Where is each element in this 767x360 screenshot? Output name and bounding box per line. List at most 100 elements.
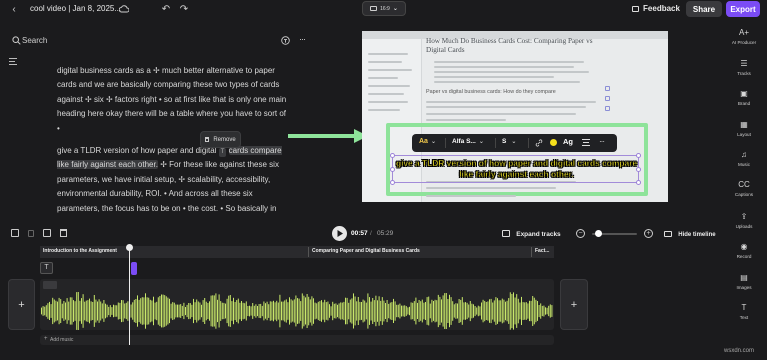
duplicate-icon[interactable] [43,229,51,237]
rail-captions[interactable]: CC Captions [725,180,763,197]
waveform-bar [391,302,393,320]
waveform-bar [77,292,79,330]
add-track-left-button[interactable]: + [8,279,35,330]
lock-icon[interactable] [28,230,34,237]
waveform-bar [169,298,170,324]
remove-button[interactable]: Remove [200,131,241,148]
zoom-slider-thumb[interactable] [595,230,603,237]
list-icon[interactable] [9,58,17,68]
color-swatch[interactable] [550,139,557,146]
transcript-panel[interactable]: digital business cards as a ✢ much bette… [57,64,287,224]
resize-handle[interactable] [636,180,641,185]
video-preview[interactable]: How Much Do Business Cards Cost: Compari… [362,31,668,202]
music-track[interactable]: + Add music [40,335,554,345]
add-track-right-button[interactable]: + [560,279,588,330]
waveform-bar [149,299,151,323]
playhead[interactable] [126,244,133,346]
rail-tracks[interactable]: ☰ Tracks [725,59,763,76]
hide-timeline-button[interactable]: Hide timeline [664,229,716,238]
rail-layout[interactable]: ▦ Layout [725,120,763,137]
waveform-bar [290,299,292,323]
caption-selection[interactable]: give a TLDR version of how paper and dig… [390,153,641,185]
arrow-indicator [288,129,368,143]
waveform-bar [45,305,47,317]
rail-brand[interactable]: ▣ Brand [725,89,763,106]
rail-music[interactable]: ♫ Music [725,150,763,167]
zoom-slider[interactable] [592,230,637,237]
record-icon: ◉ [740,242,748,251]
waveform-bar [354,296,356,326]
waveform-bar [153,296,154,326]
undo-icon[interactable]: ↶ [160,3,172,15]
waveform-bar [161,294,162,328]
waveform-bar [226,298,228,324]
transcript-paragraph[interactable]: give a TLDR version of how paper and dig… [57,144,287,216]
waveform-bar [237,298,239,324]
waveform-bar [300,301,302,321]
waveform-bar [298,298,300,324]
text-track-icon[interactable]: T [40,262,53,274]
waveform-bar [89,298,90,324]
zoom-in-icon[interactable]: + [644,229,653,238]
more-options-icon[interactable]: ··· [599,137,605,146]
aspect-ratio-select[interactable]: 16:9 ⌄ [362,1,406,16]
font-select[interactable]: Alfa S... ⌄ [452,138,484,145]
audio-waveform[interactable] [41,292,553,330]
align-icon[interactable] [582,139,590,147]
redo-icon[interactable]: ↷ [178,3,190,15]
waveform-bar [185,307,186,316]
rail-images[interactable]: ▤ Images [725,273,763,290]
magic-icon[interactable] [280,35,290,45]
waveform-bar [361,302,362,320]
copy-icon[interactable] [11,229,19,237]
waveform-bar [513,292,514,330]
resize-handle[interactable] [390,180,395,185]
waveform-bar [202,300,204,322]
rail-ai-producer[interactable]: A+ AI Producer [725,28,763,45]
text-chip[interactable]: T [218,148,227,158]
waveform-bar [292,300,294,322]
transcript-text[interactable]: give a TLDR version of how paper and dig… [57,146,217,155]
chapter-label[interactable]: Fact... [535,248,549,254]
size-select[interactable]: S ⌄ [502,138,516,145]
waveform-bar [314,302,316,320]
expand-tracks-button[interactable]: Expand tracks [502,229,561,238]
export-button[interactable]: Export [726,1,760,17]
toolbar-divider [445,138,446,148]
waveform-bar [484,300,486,322]
waveform-bar [393,298,394,323]
search-input[interactable] [22,33,122,47]
chapter-label[interactable]: Introduction to the Assignment [43,248,117,254]
share-button[interactable]: Share [686,1,722,17]
project-title[interactable]: cool video | Jan 8, 2025... [30,4,121,13]
rail-text[interactable]: T Text [725,303,763,320]
text-case-button[interactable]: Aa ⌄ [419,138,436,145]
feedback-button[interactable]: Feedback [630,1,682,16]
transcript-paragraph[interactable]: digital business cards as a ✢ much bette… [57,64,287,136]
chevron-down-icon: ⌄ [392,6,398,12]
link-icon[interactable] [534,138,544,148]
waveform-bar [383,300,385,322]
waveform-bar [266,301,268,321]
waveform-bar [401,305,402,317]
waveform-bar [506,300,508,322]
zoom-out-icon[interactable]: − [576,229,585,238]
text-style-button[interactable]: Ag [563,137,573,146]
more-options-icon[interactable]: ··· [296,34,308,44]
back-icon[interactable]: ‹ [8,3,20,15]
add-music-label[interactable]: Add music [50,337,73,343]
waveform-bar [285,299,287,323]
trash-icon[interactable] [60,229,67,237]
waveform-bar [465,302,466,320]
play-button[interactable] [332,226,347,241]
waveform-bar [199,302,201,320]
waveform-bar [498,300,500,322]
chapter-label[interactable]: Comparing Paper and Digital Business Car… [312,248,420,254]
waveform-bar [404,305,406,317]
rail-record[interactable]: ◉ Record [725,242,763,259]
selected-clip-marker[interactable] [131,262,137,275]
waveform-bar [399,303,401,319]
expand-icon [502,230,510,237]
rail-uploads[interactable]: ⇪ Uploads [725,212,763,229]
caption-text[interactable]: give a TLDR version of how paper and dig… [393,158,640,180]
